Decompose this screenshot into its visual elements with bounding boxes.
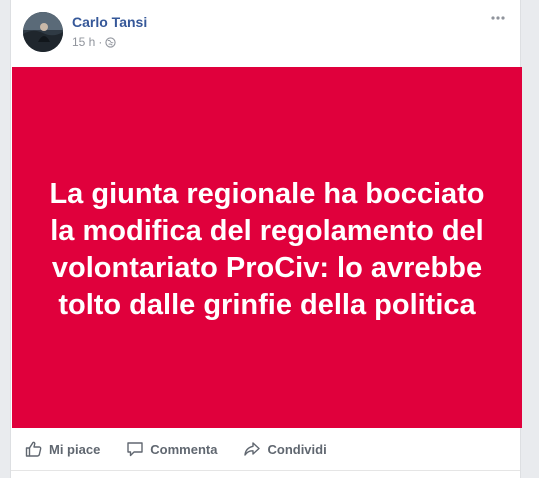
like-label: Mi piace (49, 441, 101, 457)
post-text: La giunta regionale ha bocciato la modif… (49, 177, 485, 321)
post-header: Carlo Tansi 15 h · (11, 0, 520, 66)
post-time[interactable]: 15 h (72, 35, 95, 49)
comment-label: Commenta (150, 441, 218, 457)
post-meta: 15 h · (72, 35, 116, 49)
meta-separator: · (98, 35, 103, 49)
thumbs-up-icon (25, 441, 42, 457)
comment-button[interactable]: Commenta (126, 434, 217, 464)
share-label: Condividi (267, 441, 327, 457)
avatar-image (23, 12, 63, 52)
share-button[interactable]: Condividi (243, 434, 327, 464)
more-icon[interactable] (490, 11, 506, 23)
avatar[interactable] (23, 12, 63, 52)
post-text-card[interactable]: La giunta regionale ha bocciato la modif… (12, 67, 522, 428)
comment-icon (127, 442, 143, 457)
share-icon (244, 442, 261, 456)
post-actions: Mi piace Commenta Condividi (11, 428, 520, 471)
like-button[interactable]: Mi piace (25, 434, 100, 464)
post-card: Carlo Tansi 15 h · La giunta regionale h… (10, 0, 522, 478)
globe-icon[interactable] (105, 36, 116, 48)
author-name[interactable]: Carlo Tansi (72, 14, 147, 30)
